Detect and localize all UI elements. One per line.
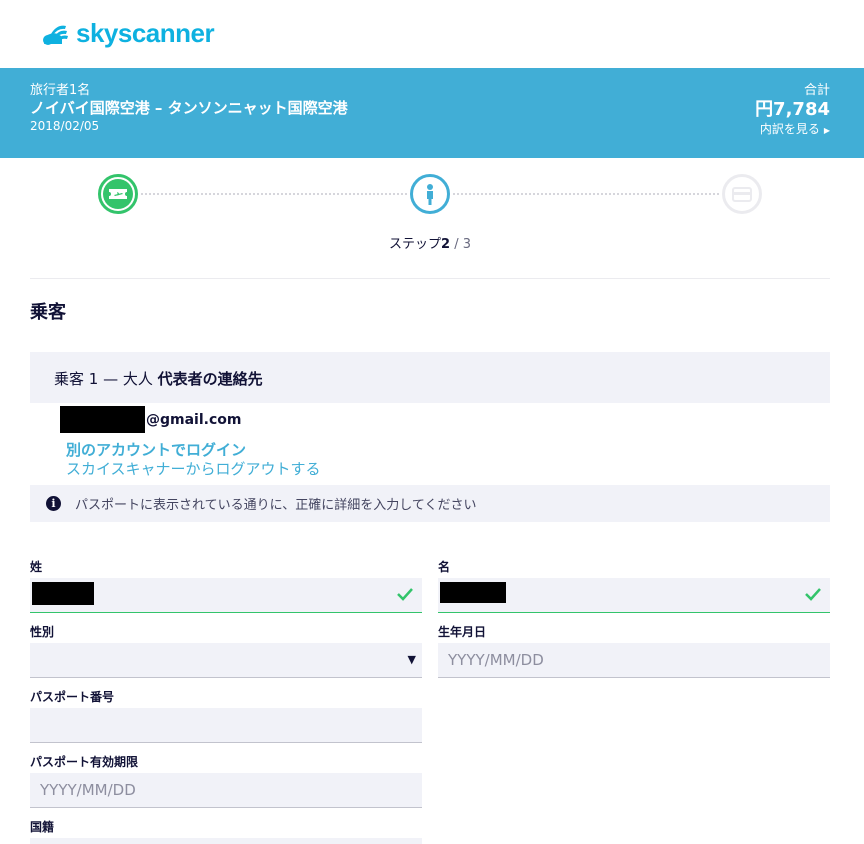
total-price: 円7,784 (755, 99, 830, 120)
triangle-right-icon: ▶ (823, 126, 830, 135)
nationality-label: 国籍 (30, 820, 55, 834)
section-title: 乗客 (30, 302, 66, 323)
step-prefix: ステップ (389, 237, 442, 252)
first-name-input[interactable] (438, 578, 830, 613)
dob-placeholder: YYYY/MM/DD (448, 651, 544, 669)
credit-card-icon (728, 180, 756, 208)
price-summary: 合計 円7,784 内訳を見る ▶ (755, 83, 830, 139)
checkmark-icon (805, 588, 821, 601)
step-total: / 3 (450, 237, 471, 252)
travelers-count: 旅行者1名 (30, 83, 91, 98)
logo-bar: skyscanner (0, 0, 864, 68)
passenger-heading: 乗客 1 — 大人 代表者の連絡先 (54, 368, 263, 389)
step-flight (98, 174, 138, 214)
email-domain: @gmail.com (146, 411, 242, 428)
logout-link[interactable]: スカイスキャナーからログアウトする (66, 458, 321, 479)
notice-text: パスポートに表示されている通りに、正確に詳細を入力してください (75, 498, 477, 513)
caret-down-icon: ▼ (407, 653, 416, 666)
step-passenger (410, 174, 450, 214)
trip-summary-banner: 旅行者1名 ノイバイ国際空港 – タンソンニャット国際空港 2018/02/05… (0, 68, 864, 158)
step-connector (453, 193, 719, 195)
first-name-label: 名 (438, 560, 451, 574)
redacted-value (440, 582, 506, 603)
step-payment (722, 174, 762, 214)
passport-number-label: パスポート番号 (30, 690, 115, 704)
info-icon: i (46, 496, 61, 511)
passenger-icon (416, 180, 444, 208)
ticket-icon (103, 179, 133, 209)
gender-label: 性別 (30, 625, 55, 639)
gender-select[interactable]: ▼ (30, 643, 422, 678)
last-name-label: 姓 (30, 560, 43, 574)
account-email: @gmail.com (60, 406, 241, 433)
redacted-value (32, 582, 94, 605)
departure-date: 2018/02/05 (30, 119, 100, 133)
passport-number-input[interactable] (30, 708, 422, 743)
passport-notice: i パスポートに表示されている通りに、正確に詳細を入力してください (30, 485, 830, 522)
redacted-email-user (60, 406, 145, 433)
brand-name: skyscanner (76, 18, 215, 48)
total-label: 合計 (803, 83, 830, 98)
step-current: 2 (441, 237, 451, 252)
step-connector (141, 193, 407, 195)
route: ノイバイ国際空港 – タンソンニャット国際空港 (30, 99, 348, 117)
passenger-type: 乗客 1 — 大人 (54, 370, 158, 388)
sunrise-cloud-icon (43, 25, 68, 45)
lead-contact-label: 代表者の連絡先 (157, 370, 263, 388)
step-indicator: ステップ2 / 3 (0, 233, 860, 252)
last-name-input[interactable] (30, 578, 422, 613)
passport-expiry-input[interactable]: YYYY/MM/DD (30, 773, 422, 808)
login-other-account-link[interactable]: 別のアカウントでログイン (66, 439, 246, 460)
passenger-header: 乗客 1 — 大人 代表者の連絡先 (30, 352, 830, 403)
breakdown-label: 内訳を見る (759, 122, 820, 136)
divider (30, 278, 830, 279)
breakdown-link[interactable]: 内訳を見る ▶ (755, 121, 830, 139)
passport-expiry-placeholder: YYYY/MM/DD (40, 781, 136, 799)
skyscanner-logo[interactable]: skyscanner (42, 18, 215, 49)
dob-label: 生年月日 (438, 625, 487, 639)
checkmark-icon (397, 588, 413, 601)
dob-input[interactable]: YYYY/MM/DD (438, 643, 830, 678)
passport-expiry-label: パスポート有効期限 (30, 755, 139, 769)
nationality-select[interactable] (30, 838, 422, 844)
booking-progress: ステップ2 / 3 (0, 172, 864, 252)
trip-details: 旅行者1名 ノイバイ国際空港 – タンソンニャット国際空港 2018/02/05 (30, 83, 348, 134)
